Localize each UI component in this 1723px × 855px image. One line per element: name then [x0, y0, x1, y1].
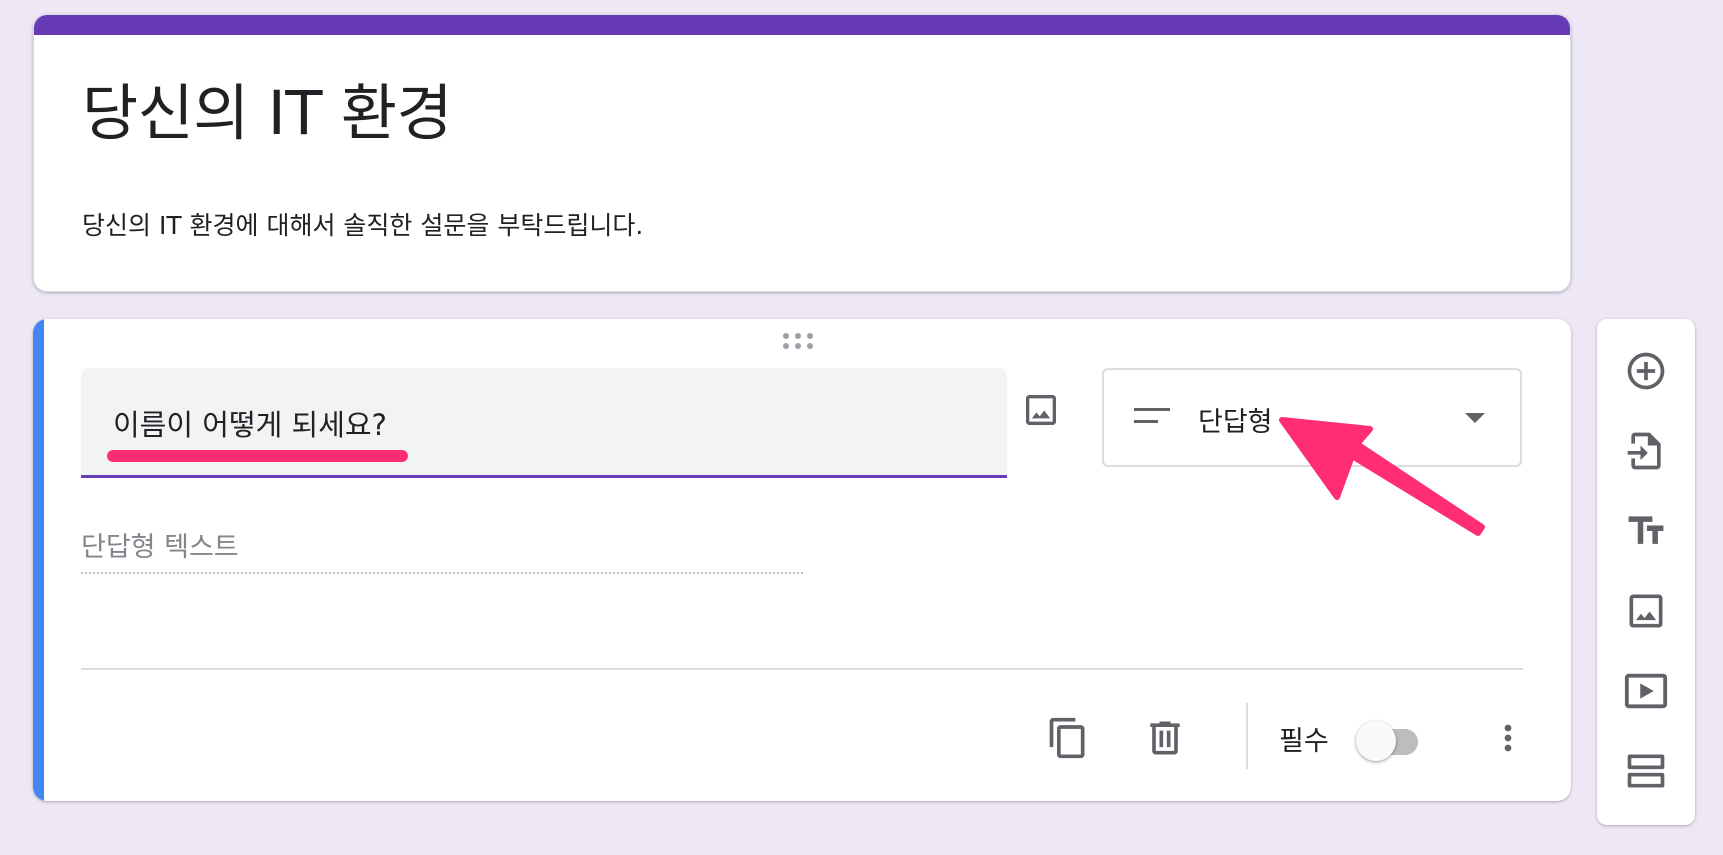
add-circle-icon [1627, 352, 1665, 390]
trash-icon [1150, 721, 1180, 755]
question-card[interactable]: 이름이 어떻게 되세요? 단답형 단답형 텍스트 필수 [33, 319, 1571, 801]
add-video-button[interactable] [1618, 663, 1674, 719]
drag-handle-icon[interactable] [783, 333, 819, 353]
image-icon [1026, 395, 1056, 425]
more-options-button[interactable] [1480, 710, 1536, 766]
add-question-button[interactable] [1618, 343, 1674, 399]
section-icon [1627, 754, 1665, 788]
video-icon [1624, 673, 1668, 709]
chevron-down-icon [1465, 413, 1485, 423]
duplicate-button[interactable] [1040, 710, 1096, 766]
active-question-indicator [33, 319, 44, 801]
toggle-thumb [1356, 721, 1396, 761]
question-title-text: 이름이 어떻게 되세요? [113, 408, 387, 442]
add-image-tool-button[interactable] [1618, 583, 1674, 639]
add-section-button[interactable] [1618, 743, 1674, 799]
image-icon [1629, 594, 1663, 628]
question-type-label: 단답형 [1198, 407, 1273, 438]
short-answer-placeholder: 단답형 텍스트 [81, 532, 239, 563]
question-title-input[interactable]: 이름이 어떻게 되세요? [81, 368, 1007, 478]
add-image-button[interactable] [1014, 383, 1068, 437]
footer-divider [81, 668, 1523, 670]
annotation-highlight-underline [107, 450, 408, 462]
theme-accent-bar [34, 15, 1570, 35]
short-answer-icon [1134, 408, 1170, 423]
required-toggle[interactable] [1354, 719, 1434, 763]
copy-icon [1049, 717, 1085, 759]
title-text-icon [1628, 516, 1664, 544]
footer-vertical-divider [1246, 703, 1248, 769]
form-title[interactable]: 당신의 IT 환경 [82, 77, 453, 150]
required-label: 필수 [1279, 726, 1329, 757]
side-toolbar [1597, 319, 1695, 825]
form-description[interactable]: 당신의 IT 환경에 대해서 솔직한 설문을 부탁드립니다. [82, 211, 643, 241]
add-title-button[interactable] [1618, 503, 1674, 559]
form-header-card: 당신의 IT 환경 당신의 IT 환경에 대해서 솔직한 설문을 부탁드립니다. [33, 14, 1571, 292]
import-questions-button[interactable] [1618, 423, 1674, 479]
question-type-dropdown[interactable]: 단답형 [1102, 368, 1522, 467]
answer-underline [81, 572, 803, 574]
import-icon [1627, 432, 1661, 470]
more-vert-icon [1504, 724, 1512, 752]
delete-button[interactable] [1137, 710, 1193, 766]
